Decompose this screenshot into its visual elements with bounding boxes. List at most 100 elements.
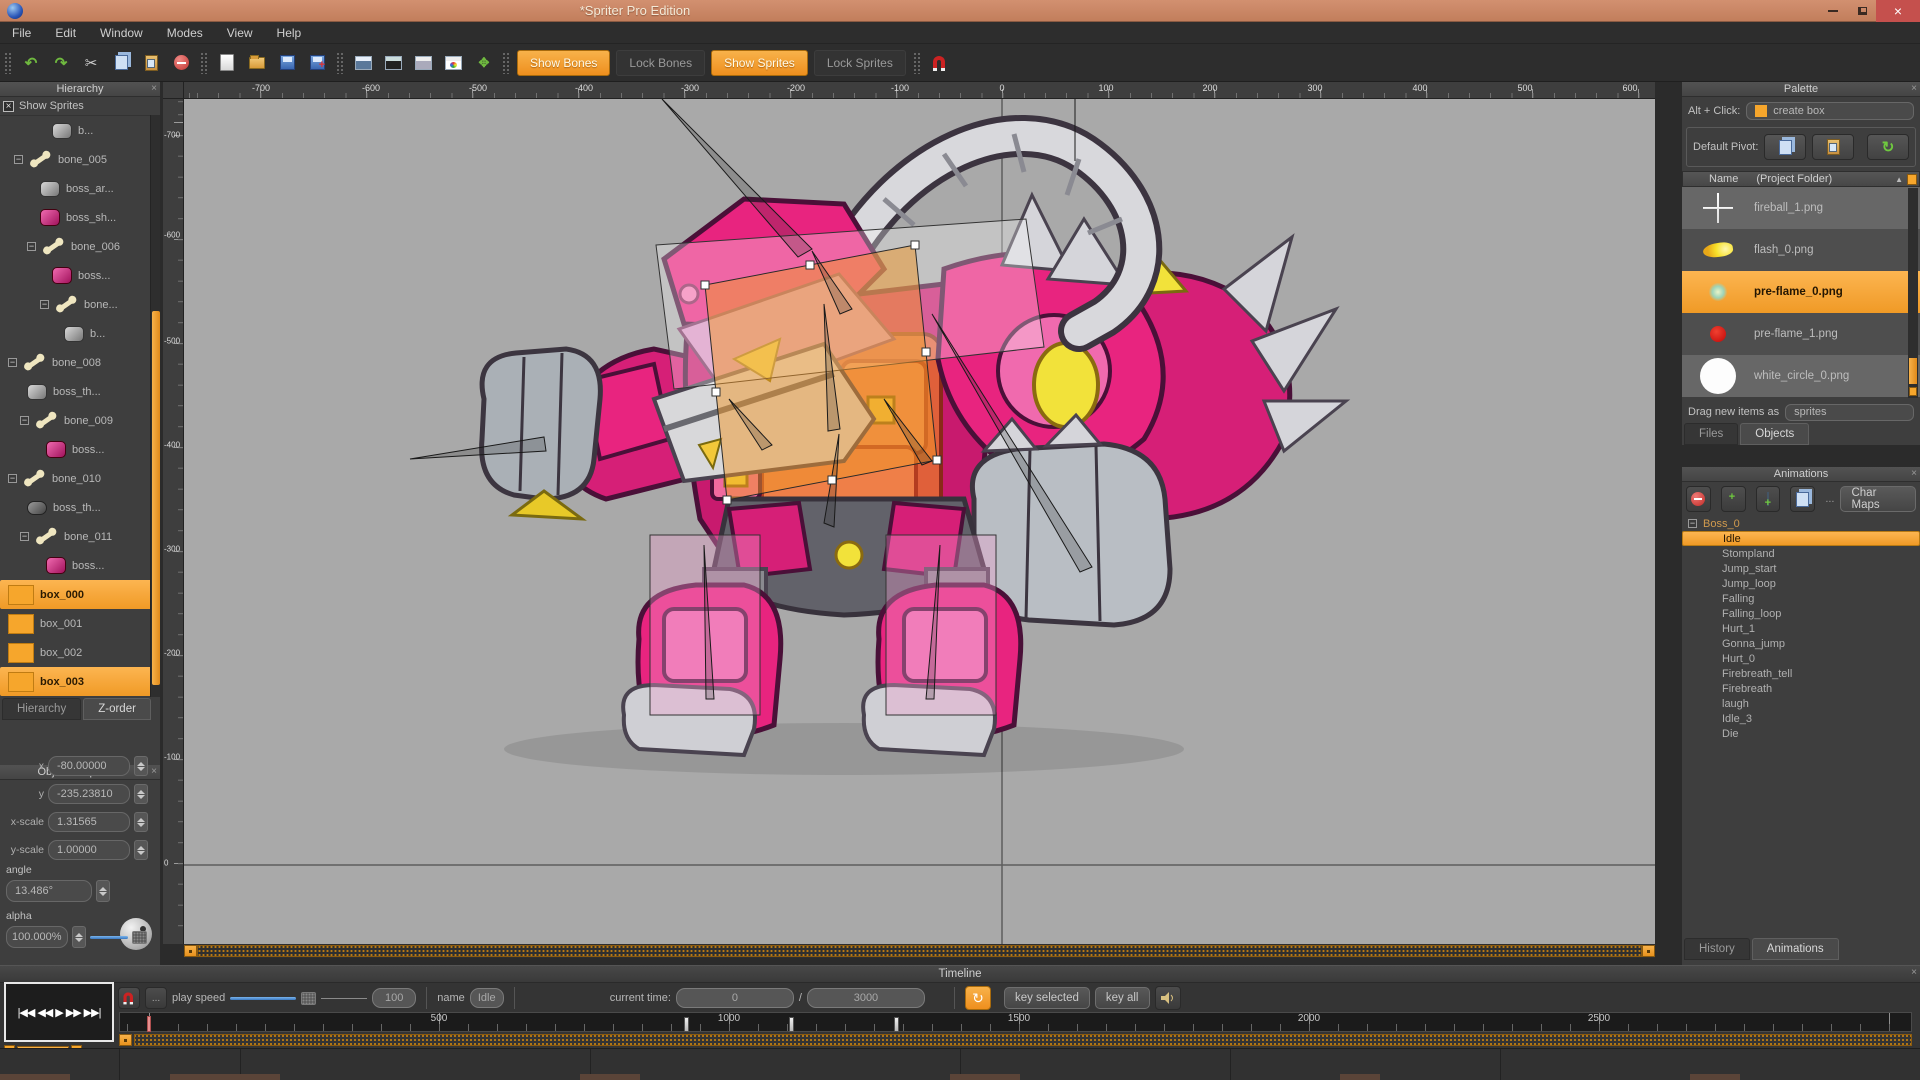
animation-row[interactable]: Idle [1682,531,1920,546]
alpha-slider[interactable] [90,936,128,939]
loop-toggle-button[interactable]: ↻ [965,986,991,1010]
property-value-field[interactable]: -80.00000 [48,756,130,776]
file-row[interactable]: pre-flame_1.png [1682,313,1920,355]
tree-row[interactable]: − box_001 [0,609,160,638]
scrollbar-thumb[interactable] [1909,358,1917,384]
hierarchy-scrollbar[interactable] [150,115,160,697]
tree-row[interactable]: − b... [0,319,160,348]
animation-row[interactable]: Stompland [1682,546,1920,561]
minimize-button[interactable] [1818,0,1848,22]
collapse-icon[interactable]: − [20,532,29,541]
close-button[interactable]: × [1876,0,1920,22]
angle-field[interactable]: 13.486° [6,880,92,902]
playback-button[interactable]: |◀◀ [18,1006,35,1019]
property-value-field[interactable]: 1.31565 [48,812,130,832]
tree-row[interactable]: − boss_sh... [0,203,160,232]
animation-row[interactable]: Idle_3 [1682,711,1920,726]
animation-row[interactable]: Die [1682,726,1920,741]
tree-row[interactable]: − box_002 [0,638,160,667]
restore-button[interactable] [1848,0,1876,22]
scroll-bottom-button[interactable] [1909,387,1917,396]
collapse-icon[interactable]: − [14,155,23,164]
close-icon[interactable]: × [1911,967,1917,978]
close-icon[interactable]: × [151,83,157,94]
scroll-right-button[interactable] [1642,945,1655,957]
lock-sprites-button[interactable]: Lock Sprites [814,50,906,76]
animations-tab[interactable]: Animations [1752,938,1839,960]
collapse-icon[interactable]: − [40,300,49,309]
menu-item[interactable]: Help [265,26,314,40]
scroll-top-button[interactable] [1907,174,1917,185]
color-window-icon[interactable] [440,51,466,75]
keyframe-marker[interactable] [789,1017,794,1032]
collapse-icon[interactable]: − [8,358,17,367]
file-row[interactable]: white_circle_0.png [1682,355,1920,397]
file-row[interactable]: flash_0.png [1682,229,1920,271]
slider-track[interactable] [321,998,367,999]
animation-row[interactable]: Falling_loop [1682,606,1920,621]
spinner-control[interactable] [96,880,110,902]
animation-row[interactable]: Falling [1682,591,1920,606]
more-options-button[interactable]: ... [145,987,167,1009]
snap-magnet-icon[interactable] [118,987,140,1009]
redo-icon[interactable]: ↷ [48,51,74,75]
property-value-field[interactable]: 1.00000 [48,840,130,860]
copy-pivot-icon[interactable] [1764,134,1806,160]
collapse-icon[interactable]: − [1688,519,1697,528]
key-selected-button[interactable]: key selected [1004,987,1090,1009]
menu-item[interactable]: View [215,26,265,40]
animation-name-field[interactable]: Idle [470,988,504,1008]
menu-item[interactable]: Edit [43,26,88,40]
open-folder-icon[interactable] [244,51,270,75]
play-speed-slider[interactable] [230,997,296,1000]
snap-magnet-icon[interactable] [927,51,953,75]
file-list-header[interactable]: Name (Project Folder) ▲ [1682,171,1920,187]
save-plus-icon[interactable] [304,51,330,75]
dopesheet-area[interactable] [0,1048,1920,1080]
tree-row[interactable]: − box_003 [0,667,160,696]
add-animation-icon[interactable] [1721,486,1746,512]
paste-icon[interactable] [138,51,164,75]
canvas-horizontal-scrollbar[interactable] [184,944,1655,958]
undo-icon[interactable]: ↶ [18,51,44,75]
tree-row[interactable]: − boss_ar... [0,174,160,203]
tree-row[interactable]: − boss... [0,261,160,290]
scrollbar-thumb[interactable] [134,1034,1912,1046]
tree-row[interactable]: − box_000 [0,580,160,609]
tree-row[interactable]: − bone_005 [0,145,160,174]
name-column-header[interactable]: Name [1709,173,1738,185]
timeline-ruler[interactable]: 5001000150020002500 [119,1012,1912,1032]
animation-group-row[interactable]: − Boss_0 [1682,516,1920,531]
playback-button[interactable]: ▶ [55,1006,62,1019]
duration-field[interactable]: 3000 [807,988,925,1008]
tree-row[interactable]: − bone... [0,290,160,319]
play-speed-grip[interactable] [301,992,316,1005]
spinner-control[interactable] [134,784,148,804]
palette-tab[interactable]: Objects [1740,423,1809,445]
window-layout-icon[interactable] [350,51,376,75]
playhead[interactable] [147,1016,151,1032]
play-speed-value[interactable]: 100 [372,988,416,1008]
save-icon[interactable] [274,51,300,75]
animation-row[interactable]: Firebreath_tell [1682,666,1920,681]
collapse-icon[interactable]: − [27,242,36,251]
file-list-scrollbar[interactable] [1908,188,1918,398]
tree-row[interactable]: − boss_th... [0,493,160,522]
add-scene-icon[interactable] [1756,486,1781,512]
canvas-viewport[interactable] [184,99,1655,944]
spinner-control[interactable] [134,756,148,776]
hierarchy-tab[interactable]: Z-order [83,698,151,720]
copy-icon[interactable] [108,51,134,75]
key-all-button[interactable]: key all [1095,987,1150,1009]
sort-asc-icon[interactable]: ▲ [1895,175,1903,184]
tree-row[interactable]: − bone_008 [0,348,160,377]
animation-row[interactable]: Firebreath [1682,681,1920,696]
animation-row[interactable]: Jump_start [1682,561,1920,576]
alt-click-dropdown[interactable]: create box [1746,102,1914,120]
keyframe-marker[interactable] [684,1017,689,1032]
playback-button[interactable]: ▶▶ [66,1006,81,1019]
tree-row[interactable]: − b... [0,116,160,145]
animations-tab[interactable]: History [1684,938,1750,960]
paste-pivot-icon[interactable] [1812,134,1854,160]
show-bones-button[interactable]: Show Bones [517,50,610,76]
